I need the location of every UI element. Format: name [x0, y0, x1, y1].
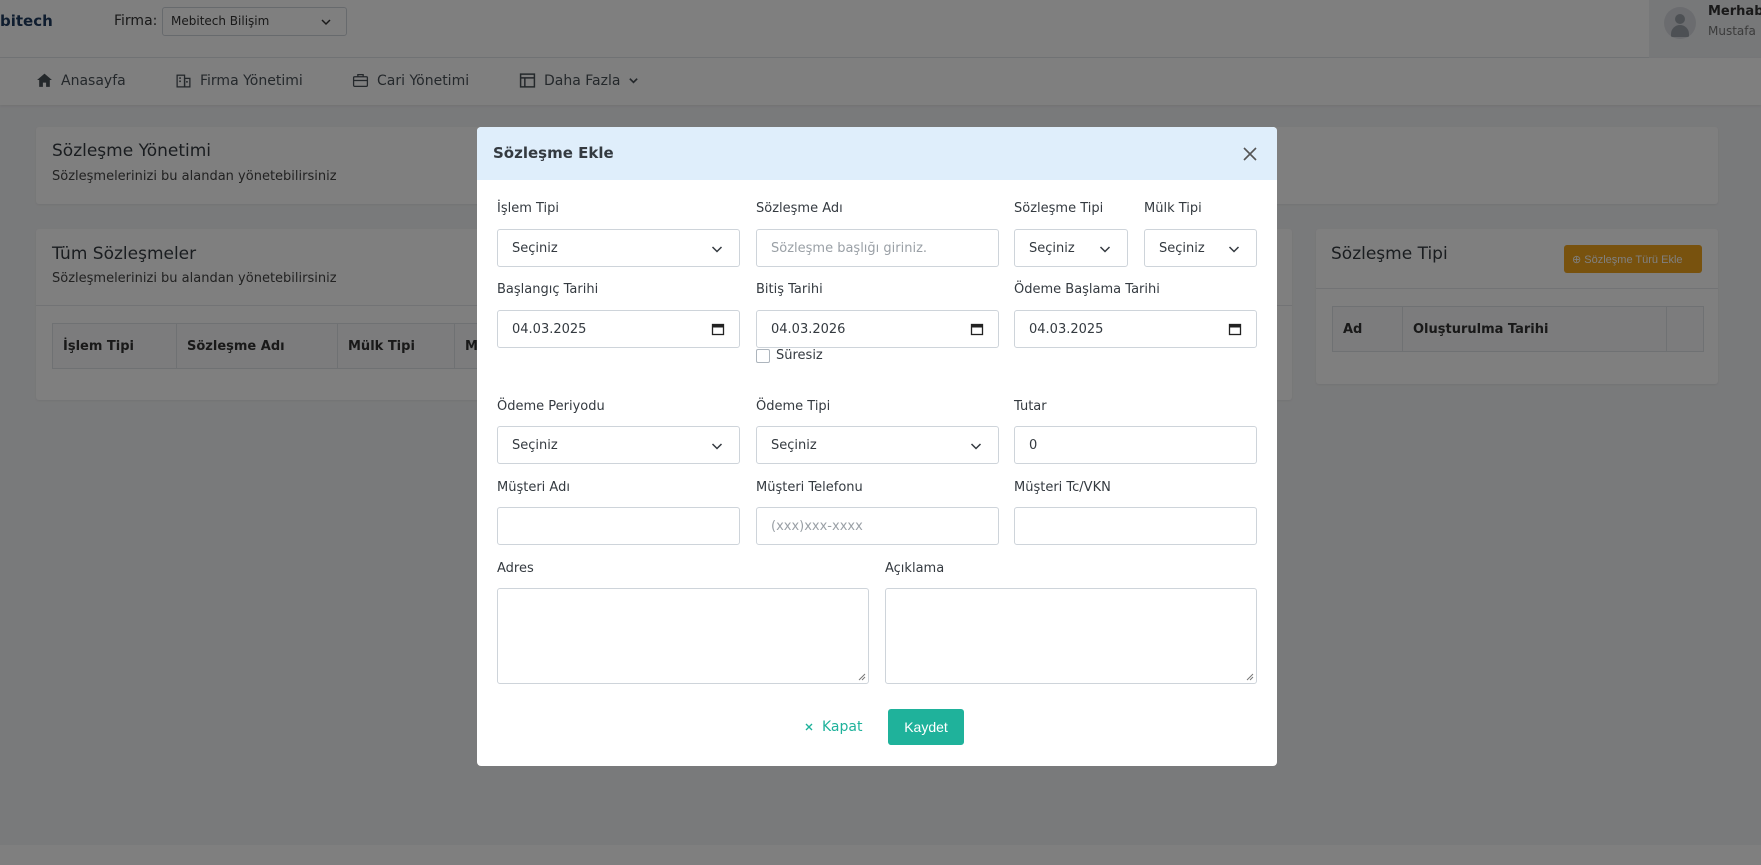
musteri-tc-label: Müşteri Tc/VKN	[1014, 480, 1111, 495]
select-value: Seçiniz	[1029, 240, 1075, 256]
musteri-tc-input[interactable]	[1014, 507, 1257, 545]
chevron-down-icon	[711, 443, 723, 450]
odeme-periyodu-select[interactable]: Seçiniz	[497, 426, 740, 464]
cancel-button[interactable]: Kapat	[804, 709, 862, 745]
aciklama-textarea[interactable]	[885, 588, 1257, 684]
musteri-telefonu-label: Müşteri Telefonu	[756, 480, 863, 495]
odeme-tipi-select[interactable]: Seçiniz	[756, 426, 999, 464]
suresiz-checkbox[interactable]	[756, 349, 770, 363]
sozlesme-tipi-select[interactable]: Seçiniz	[1014, 229, 1128, 267]
modal-title: Sözleşme Ekle	[493, 144, 614, 162]
baslangic-tarihi-label: Başlangıç Tarihi	[497, 282, 599, 297]
sozlesme-adi-label: Sözleşme Adı	[756, 201, 843, 216]
date-value: 04.03.2026	[771, 321, 846, 337]
adres-textarea[interactable]	[497, 588, 869, 684]
resize-grip-icon[interactable]	[1245, 672, 1254, 681]
islem-tipi-label: İşlem Tipi	[497, 201, 560, 216]
date-value: 04.03.2025	[1029, 321, 1104, 337]
odeme-tipi-label: Ödeme Tipi	[756, 399, 831, 414]
chevron-down-icon	[711, 246, 723, 253]
suresiz-label[interactable]: Süresiz	[776, 348, 823, 363]
resize-grip-icon[interactable]	[857, 672, 866, 681]
select-value: Seçiniz	[512, 437, 558, 453]
chevron-down-icon	[1099, 246, 1111, 253]
bitis-tarihi-input[interactable]: 04.03.2026	[756, 310, 999, 348]
sozlesme-adi-input[interactable]: Sözleşme başlığı giriniz.	[756, 229, 999, 267]
mulk-tipi-label: Mülk Tipi	[1144, 201, 1202, 216]
select-value: Seçiniz	[512, 240, 558, 256]
date-value: 04.03.2025	[512, 321, 587, 337]
calendar-icon[interactable]	[970, 322, 984, 336]
input-placeholder: Sözleşme başlığı giriniz.	[771, 240, 928, 256]
chevron-down-icon	[1228, 246, 1240, 253]
adres-label: Adres	[497, 561, 534, 576]
musteri-telefonu-input[interactable]: (xxx)xxx-xxxx	[756, 507, 999, 545]
baslangic-tarihi-input[interactable]: 04.03.2025	[497, 310, 740, 348]
musteri-adi-label: Müşteri Adı	[497, 480, 570, 495]
odeme-baslama-tarihi-label: Ödeme Başlama Tarihi	[1014, 282, 1160, 297]
modal-header: Sözleşme Ekle	[477, 127, 1277, 180]
bitis-tarihi-label: Bitiş Tarihi	[756, 282, 823, 297]
tutar-label: Tutar	[1014, 399, 1047, 414]
chevron-down-icon	[970, 443, 982, 450]
islem-tipi-select[interactable]: Seçiniz	[497, 229, 740, 267]
select-value: Seçiniz	[771, 437, 817, 453]
save-button[interactable]: Kaydet	[888, 709, 964, 745]
mulk-tipi-select[interactable]: Seçiniz	[1144, 229, 1257, 267]
odeme-periyodu-label: Ödeme Periyodu	[497, 399, 605, 414]
sozlesme-tipi-label: Sözleşme Tipi	[1014, 201, 1104, 216]
calendar-icon[interactable]	[1228, 322, 1242, 336]
odeme-baslama-tarihi-input[interactable]: 04.03.2025	[1014, 310, 1257, 348]
add-contract-modal: Sözleşme Ekle İşlem Tipi Seçiniz Sözleşm…	[477, 127, 1277, 766]
close-icon	[805, 723, 813, 731]
aciklama-label: Açıklama	[885, 561, 945, 576]
select-value: Seçiniz	[1159, 240, 1205, 256]
calendar-icon[interactable]	[711, 322, 725, 336]
input-value: 0	[1029, 437, 1038, 453]
close-icon[interactable]	[1239, 143, 1261, 165]
musteri-adi-input[interactable]	[497, 507, 740, 545]
input-placeholder: (xxx)xxx-xxxx	[771, 518, 863, 534]
tutar-input[interactable]: 0	[1014, 426, 1257, 464]
cancel-label: Kapat	[822, 719, 863, 735]
